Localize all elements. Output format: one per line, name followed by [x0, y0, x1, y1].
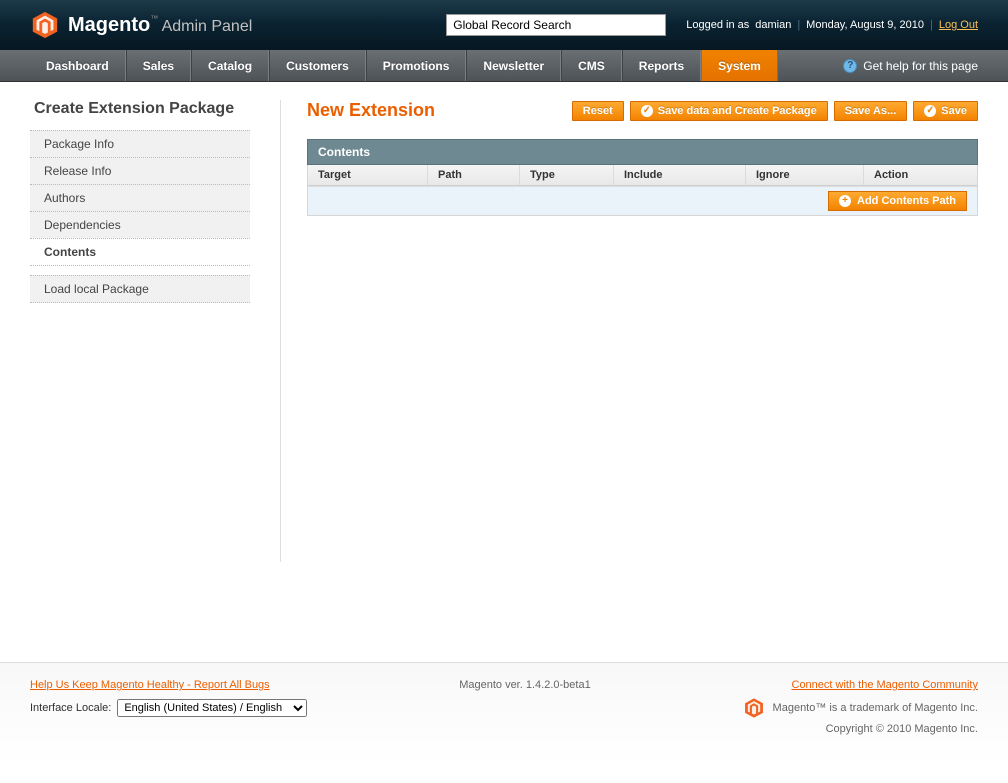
- locale-row: Interface Locale: English (United States…: [30, 699, 307, 717]
- separator: |: [797, 19, 800, 31]
- add-contents-path-button[interactable]: + Add Contents Path: [828, 191, 967, 211]
- help-label: Get help for this page: [863, 59, 978, 73]
- panel-title: Contents: [307, 139, 978, 165]
- nav-reports[interactable]: Reports: [622, 50, 701, 81]
- action-buttons: Reset ✓ Save data and Create Package Sav…: [572, 101, 978, 121]
- nav-dashboard[interactable]: Dashboard: [30, 50, 126, 81]
- sidebar-item-package-info[interactable]: Package Info: [30, 130, 250, 158]
- footer-right: Connect with the Magento Community Magen…: [743, 679, 978, 735]
- sidebar-item-authors[interactable]: Authors: [30, 184, 250, 212]
- save-create-button[interactable]: ✓ Save data and Create Package: [630, 101, 828, 121]
- col-target: Target: [308, 165, 428, 185]
- global-search: [446, 14, 666, 36]
- nav-newsletter[interactable]: Newsletter: [466, 50, 561, 81]
- nav-promotions[interactable]: Promotions: [366, 50, 467, 81]
- header-user-info: Logged in as damian | Monday, August 9, …: [686, 19, 978, 31]
- col-action: Action: [864, 165, 977, 185]
- separator: |: [930, 19, 933, 31]
- sidebar-item-dependencies[interactable]: Dependencies: [30, 211, 250, 239]
- reset-button[interactable]: Reset: [572, 101, 624, 121]
- page-title: New Extension: [307, 100, 435, 121]
- nav-sales[interactable]: Sales: [126, 50, 191, 81]
- add-button-label: Add Contents Path: [857, 195, 956, 207]
- sidebar-item-contents[interactable]: Contents: [30, 238, 250, 266]
- save-label: Save: [941, 105, 967, 117]
- report-bugs-link[interactable]: Help Us Keep Magento Healthy - Report Al…: [30, 679, 270, 691]
- nav-help-link[interactable]: ? Get help for this page: [843, 50, 978, 81]
- nav-customers[interactable]: Customers: [269, 50, 366, 81]
- sidebar-group-1: Package Info Release Info Authors Depend…: [30, 130, 250, 266]
- content-header: New Extension Reset ✓ Save data and Crea…: [307, 100, 978, 121]
- col-ignore: Ignore: [746, 165, 864, 185]
- main-area: Create Extension Package Package Info Re…: [0, 82, 1008, 562]
- main-nav: Dashboard Sales Catalog Customers Promot…: [0, 50, 1008, 82]
- locale-label: Interface Locale:: [30, 702, 111, 714]
- footer-version: Magento ver. 1.4.2.0-beta1: [459, 679, 590, 691]
- save-as-button[interactable]: Save As...: [834, 101, 908, 121]
- check-icon: ✓: [924, 105, 936, 117]
- search-input[interactable]: [446, 14, 666, 36]
- check-icon: ✓: [641, 105, 653, 117]
- sidebar: Create Extension Package Package Info Re…: [30, 100, 250, 562]
- trademark-text: Magento™ is a trademark of Magento Inc.: [773, 702, 978, 714]
- grid-header: Target Path Type Include Ignore Action: [308, 165, 977, 186]
- grid-action-row: + Add Contents Path: [308, 186, 977, 215]
- footer: Help Us Keep Magento Healthy - Report Al…: [0, 662, 1008, 765]
- locale-select[interactable]: English (United States) / English: [117, 699, 307, 717]
- brand-name: Magento: [68, 14, 150, 36]
- logo[interactable]: Magento™ Admin Panel: [30, 10, 252, 40]
- magento-logo-icon: [743, 697, 765, 719]
- magento-logo-icon: [30, 10, 60, 40]
- copyright: Copyright © 2010 Magento Inc.: [743, 723, 978, 735]
- header: Magento™ Admin Panel Logged in as damian…: [0, 0, 1008, 50]
- footer-left: Help Us Keep Magento Healthy - Report Al…: [30, 679, 307, 717]
- nav-cms[interactable]: CMS: [561, 50, 622, 81]
- sidebar-title: Create Extension Package: [30, 100, 250, 118]
- help-icon: ?: [843, 59, 857, 73]
- col-type: Type: [520, 165, 614, 185]
- footer-brand: Magento™ is a trademark of Magento Inc.: [743, 697, 978, 719]
- trademark-symbol: ™: [150, 14, 158, 23]
- sidebar-item-release-info[interactable]: Release Info: [30, 157, 250, 185]
- col-include: Include: [614, 165, 746, 185]
- logout-link[interactable]: Log Out: [939, 19, 978, 31]
- col-path: Path: [428, 165, 520, 185]
- header-date: Monday, August 9, 2010: [806, 19, 924, 31]
- content: New Extension Reset ✓ Save data and Crea…: [280, 100, 978, 562]
- sidebar-item-load-local[interactable]: Load local Package: [30, 275, 250, 303]
- community-link[interactable]: Connect with the Magento Community: [792, 679, 978, 691]
- save-button[interactable]: ✓ Save: [913, 101, 978, 121]
- nav-system[interactable]: System: [701, 50, 778, 81]
- brand-sub: Admin Panel: [162, 18, 253, 35]
- sidebar-group-2: Load local Package: [30, 275, 250, 303]
- contents-grid: Target Path Type Include Ignore Action +…: [307, 165, 978, 216]
- nav-catalog[interactable]: Catalog: [191, 50, 269, 81]
- logged-in-label: Logged in as: [686, 19, 749, 31]
- save-create-label: Save data and Create Package: [658, 105, 817, 117]
- plus-icon: +: [839, 195, 851, 207]
- username: damian: [755, 19, 791, 31]
